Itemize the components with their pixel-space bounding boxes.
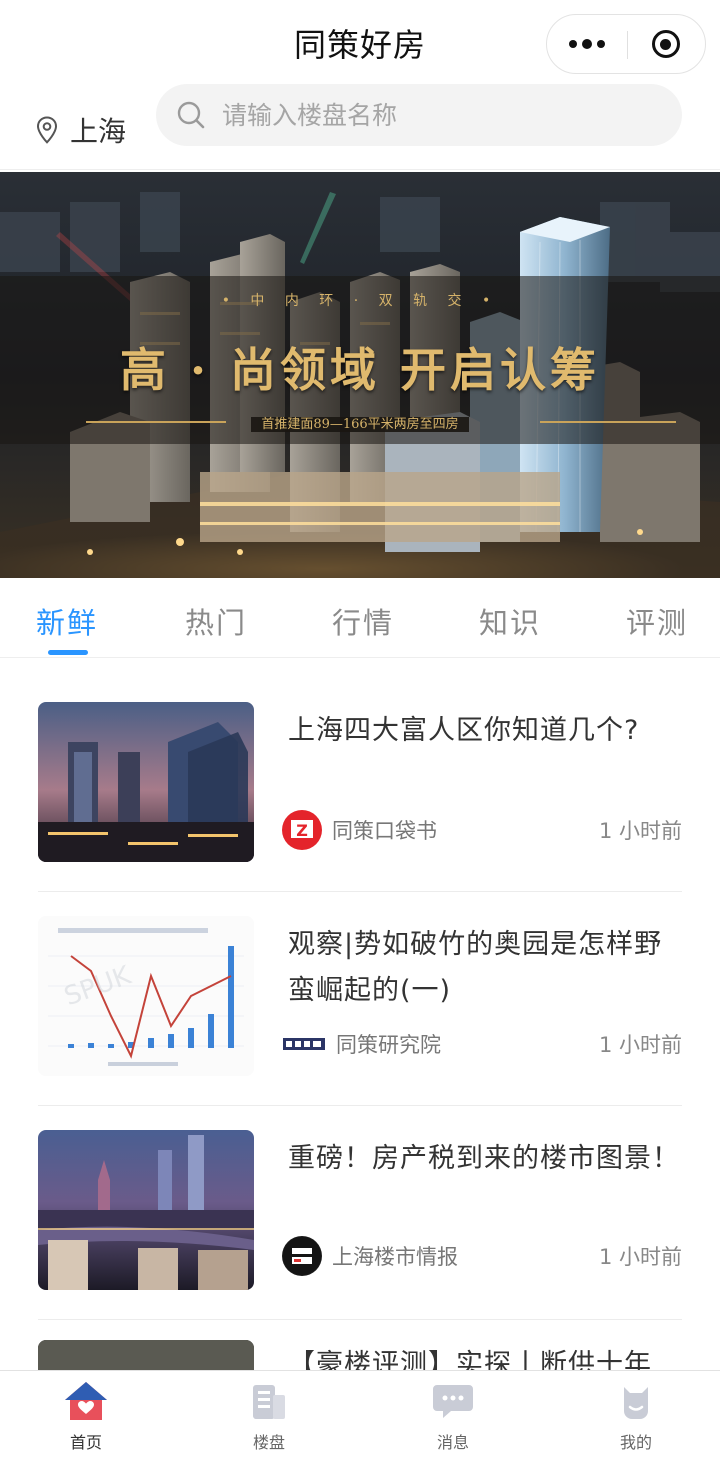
message-icon [429,1379,477,1423]
article-item[interactable]: 上海四大富人区你知道几个? Z 同策口袋书 1 小时前 [38,678,682,892]
nav-buildings[interactable]: 楼盘 [219,1379,319,1463]
nav-messages[interactable]: 消息 [403,1379,503,1463]
bottom-navigation: 首页 楼盘 消息 我的 [0,1370,720,1466]
more-dot-icon [568,40,577,48]
search-input[interactable] [222,100,642,130]
article-source: 同策口袋书 [332,819,437,843]
search-icon [177,101,205,129]
nav-home[interactable]: 首页 [36,1379,136,1463]
article-item[interactable]: 重磅！房产税到来的楼市图景！ 上海楼市情报 1 小时前 [38,1106,682,1320]
title-bar: 同策好房 [0,0,720,88]
article-title: 上海四大富人区你知道几个? [288,715,640,746]
article-thumbnail [38,702,254,862]
tab-knowledge[interactable]: 知识 [479,600,541,642]
nav-messages-label: 消息 [436,1433,469,1452]
nav-profile[interactable]: 我的 [586,1379,686,1463]
location-search-bar: 上海 [0,84,720,170]
tab-market[interactable]: 行情 [332,600,394,642]
nav-buildings-label: 楼盘 [252,1433,285,1452]
svg-text:Z: Z [296,821,308,840]
search-box[interactable] [156,84,682,146]
city-name: 上海 [70,115,127,148]
buildings-icon [245,1379,293,1423]
banner-headline: 高 · 尚领域 开启认筹 [119,343,601,397]
nav-home-label: 首页 [69,1433,102,1452]
article-meta: 上海楼市情报 1 小时前 [282,1234,682,1278]
banner-subline: 首推建面89—166平米两房至四房 [0,413,720,432]
close-mini-program-button[interactable] [626,15,705,73]
article-thumbnail: SPUK [38,916,254,1076]
banner-tagline: • 中 内 环 · 双 轨 交 • [221,293,499,309]
more-dot-icon [581,39,592,49]
article-time: 1 小时前 [598,1033,682,1057]
active-tab-indicator [48,650,88,655]
article-time: 1 小时前 [598,819,682,843]
more-dot-icon [596,40,605,48]
home-icon [62,1379,110,1423]
category-tabs: 新鲜 热门 行情 知识 评测 [0,578,720,658]
article-source: 同策研究院 [336,1033,441,1057]
article-meta: 同策研究院 1 小时前 [282,1022,682,1066]
target-close-icon [651,30,680,58]
nav-profile-label: 我的 [619,1433,652,1452]
article-meta: Z 同策口袋书 1 小时前 [282,808,682,852]
tab-fresh[interactable]: 新鲜 [36,600,98,642]
pocket-book-logo-icon: Z [282,810,322,850]
tab-review[interactable]: 评测 [626,600,688,642]
promo-banner[interactable]: • 中 内 环 · 双 轨 交 • 高 · 尚领域 开启认筹 首推建面89—16… [0,172,720,578]
article-title: 重磅！房产税到来的楼市图景！ [288,1143,680,1174]
article-time: 1 小时前 [598,1245,682,1269]
article-title: 观察|势如破竹的奥园是怎样野蛮崛起的(一) [288,929,663,1006]
article-source: 上海楼市情报 [332,1245,458,1269]
article-item[interactable]: SPUK 观察|势如破竹的奥园是怎样野蛮崛起的(一) 同策研究院 1 小时前 [38,892,682,1106]
location-pin-icon [36,116,58,144]
more-options-button[interactable] [547,15,626,73]
tab-hot[interactable]: 热门 [185,600,247,642]
profile-icon [612,1379,660,1423]
shanghai-property-news-logo-icon [282,1236,322,1276]
mini-program-capsule [546,14,706,74]
city-selector[interactable]: 上海 [36,100,126,160]
research-institute-logo-icon [282,1034,326,1054]
article-thumbnail [38,1130,254,1290]
